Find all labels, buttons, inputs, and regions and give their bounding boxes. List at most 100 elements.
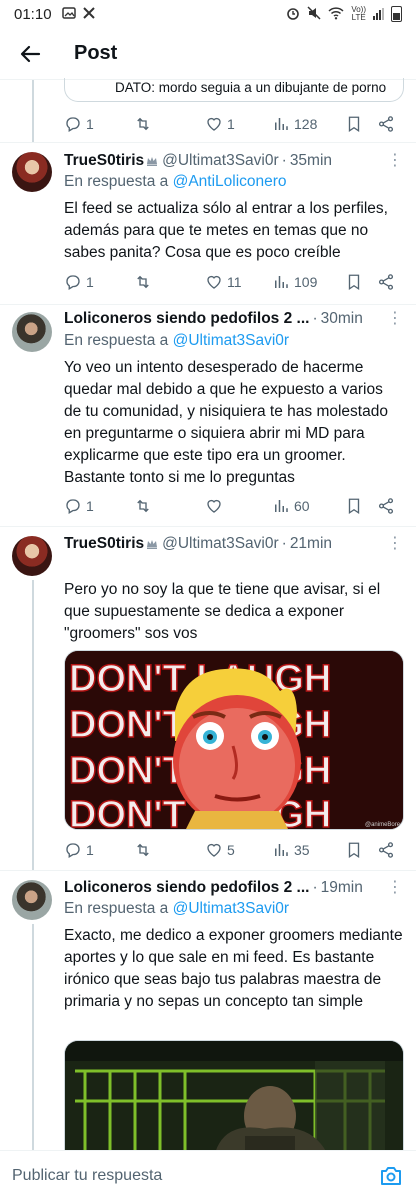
reply-count: 1: [86, 498, 94, 514]
user-handle[interactable]: @Ultimat3Savi0r: [162, 535, 279, 553]
retweet-button[interactable]: [134, 497, 156, 515]
reply-to-line: En respuesta a @Ultimat3Savi0r: [64, 900, 404, 918]
display-name[interactable]: TrueS0tiris: [64, 535, 144, 553]
avatar[interactable]: [12, 536, 52, 576]
share-icon: [378, 842, 394, 858]
views-count: 128: [294, 116, 318, 132]
share-icon: [378, 116, 394, 132]
more-options-icon[interactable]: ⋮: [387, 533, 404, 553]
share-button[interactable]: [377, 273, 395, 291]
reply-count: 1: [86, 274, 94, 290]
thread-line: [32, 80, 34, 142]
share-icon: [378, 498, 394, 514]
reply-icon: [66, 117, 80, 132]
retweet-button[interactable]: [134, 273, 156, 291]
heart-icon: [207, 843, 221, 857]
quoted-post-fragment[interactable]: DATO: mordo seguia a un dibujante de por…: [64, 78, 404, 102]
views-button[interactable]: 60: [272, 497, 310, 515]
more-options-icon[interactable]: ⋮: [387, 877, 404, 897]
views-button[interactable]: 35: [272, 841, 310, 859]
post-image[interactable]: [64, 1040, 404, 1152]
reply-button[interactable]: 1: [64, 273, 94, 291]
divider: [0, 304, 416, 305]
game-screenshot-image: [65, 1041, 403, 1152]
action-bar: 1 1 128: [64, 112, 404, 136]
bookmark-button[interactable]: [345, 273, 363, 291]
action-bar: 1 11 109: [64, 270, 404, 294]
avatar[interactable]: [12, 152, 52, 192]
views-count: 35: [294, 842, 310, 858]
like-button[interactable]: 5: [205, 841, 235, 859]
like-button[interactable]: [205, 497, 227, 515]
post-text: Pero yo no soy la que te tiene que avisa…: [64, 581, 381, 642]
retweet-button[interactable]: [134, 841, 156, 859]
share-icon: [378, 274, 394, 290]
image-icon: [61, 6, 76, 23]
post-image[interactable]: DON'T LAUGH DON'T LAUGH DON'T LAUGH DON'…: [64, 650, 404, 830]
post-text: El feed se actualiza sólo al entrar a lo…: [64, 200, 388, 261]
reply-prefix: En respuesta a: [64, 900, 169, 917]
post-text: Yo veo un intento desesperado de hacerme…: [64, 359, 388, 486]
more-options-icon[interactable]: ⋮: [387, 150, 404, 170]
mute-icon: [307, 5, 321, 23]
more-options-icon[interactable]: ⋮: [387, 308, 404, 328]
like-button[interactable]: 11: [205, 273, 242, 291]
post-time[interactable]: 30min: [321, 310, 363, 328]
avatar[interactable]: [12, 312, 52, 352]
reply-mention[interactable]: @AntiLoliconero: [173, 173, 287, 190]
reply-mention[interactable]: @Ultimat3Savi0r: [173, 332, 290, 349]
top-bar: Post: [0, 28, 416, 80]
retweet-button[interactable]: [134, 115, 156, 133]
reply-icon: [66, 843, 80, 858]
heart-icon: [207, 499, 221, 513]
bookmark-icon: [348, 498, 360, 515]
quoted-post-text: DATO: mordo seguia a un dibujante de por…: [115, 80, 387, 95]
share-button[interactable]: [377, 841, 395, 859]
camera-button[interactable]: [378, 1163, 404, 1189]
thread-line: [32, 580, 34, 870]
separator-dot: ·: [312, 310, 318, 327]
reply-mention[interactable]: @Ultimat3Savi0r: [173, 900, 290, 917]
crown-icon: [147, 157, 158, 166]
reply-button[interactable]: 1: [64, 115, 94, 133]
reply-input[interactable]: Publicar tu respuesta: [12, 1167, 162, 1185]
post-time[interactable]: 21min: [290, 535, 332, 553]
heart-icon: [207, 275, 221, 289]
views-button[interactable]: 128: [272, 115, 317, 133]
reply-icon: [66, 499, 80, 514]
reply-composer[interactable]: Publicar tu respuesta: [0, 1150, 416, 1200]
separator-dot: ·: [281, 152, 287, 169]
share-button[interactable]: [377, 115, 395, 133]
share-button[interactable]: [377, 497, 395, 515]
divider: [0, 526, 416, 527]
reply-to-line: En respuesta a @Ultimat3Savi0r: [64, 332, 404, 350]
user-handle[interactable]: @Ultimat3Savi0r: [162, 152, 279, 170]
views-icon: [275, 500, 288, 512]
like-button[interactable]: 1: [205, 115, 235, 133]
camera-icon: [381, 1166, 401, 1185]
battery-icon: [391, 6, 402, 22]
display-name[interactable]: Loliconeros siendo pedofilos 2 ...: [64, 879, 309, 897]
bookmark-button[interactable]: [345, 841, 363, 859]
status-bar: 01:10 Vo)) LTE: [0, 0, 416, 28]
like-count: 1: [227, 116, 235, 132]
volte-icon: Vo)) LTE: [351, 5, 366, 22]
post-time[interactable]: 35min: [290, 152, 332, 170]
bookmark-button[interactable]: [345, 115, 363, 133]
post-text: Exacto, me dedico a exponer groomers med…: [64, 927, 403, 1010]
display-name[interactable]: TrueS0tiris: [64, 152, 144, 170]
action-bar: 1 60: [64, 494, 404, 518]
retweet-icon: [137, 117, 149, 131]
views-button[interactable]: 109: [272, 273, 317, 291]
display-name[interactable]: Loliconeros siendo pedofilos 2 ...: [64, 310, 309, 328]
post-time[interactable]: 19min: [321, 879, 363, 897]
divider: [0, 142, 416, 143]
reply-count: 1: [86, 842, 94, 858]
views-count: 60: [294, 498, 310, 514]
reply-button[interactable]: 1: [64, 841, 94, 859]
back-button[interactable]: [16, 40, 44, 68]
bookmark-button[interactable]: [345, 497, 363, 515]
reply-button[interactable]: 1: [64, 497, 94, 515]
reply-count: 1: [86, 116, 94, 132]
avatar[interactable]: [12, 880, 52, 920]
